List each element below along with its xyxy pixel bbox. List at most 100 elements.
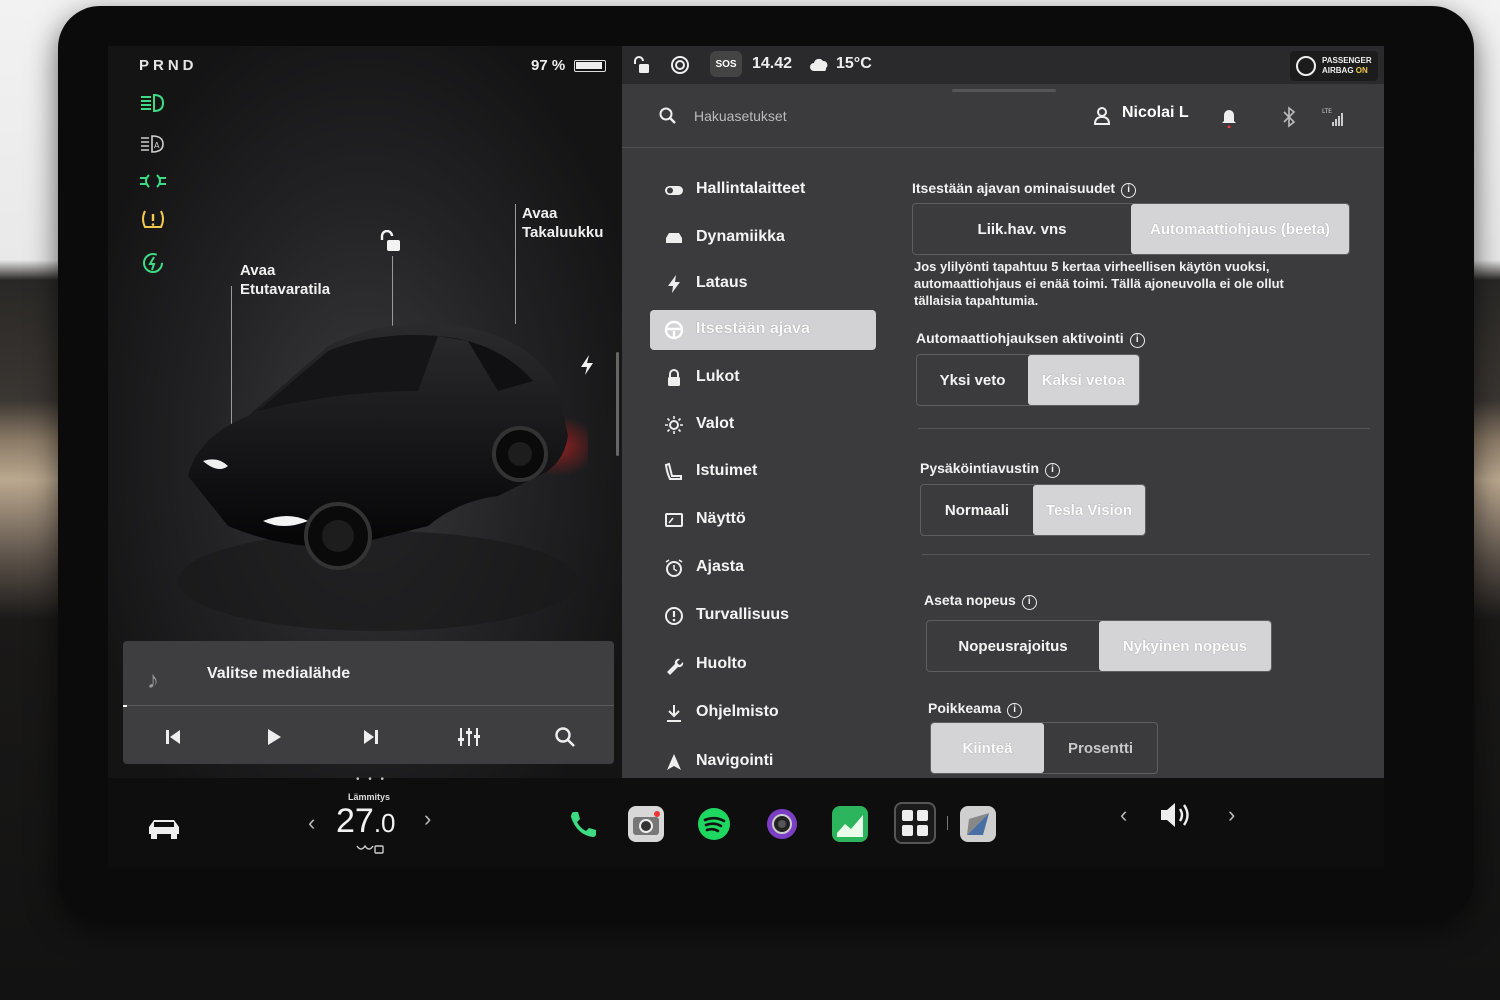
nav-item-dynamiikka[interactable]: Dynamiikka [650, 218, 876, 258]
dashcam-app-icon[interactable] [764, 806, 800, 842]
offset-segmented-control[interactable]: Kiinteä Prosentti [930, 722, 1158, 774]
option-speed-limit[interactable]: Nopeusrajoitus [927, 621, 1099, 671]
lock-icon [668, 369, 680, 386]
info-icon[interactable]: i [1007, 703, 1023, 718]
bluetooth-icon[interactable] [1278, 106, 1300, 128]
nav-item-lataus[interactable]: Lataus [650, 264, 876, 304]
option-single-pull[interactable]: Yksi veto [917, 355, 1028, 405]
auto-headlight-icon: A [138, 132, 168, 156]
next-track-icon[interactable] [357, 723, 385, 751]
info-icon[interactable]: i [1045, 463, 1061, 478]
parking-segmented-control[interactable]: Normaali Tesla Vision [920, 484, 1146, 536]
svg-text:LTE: LTE [1322, 108, 1332, 115]
info-icon[interactable]: i [1121, 183, 1137, 198]
info-icon[interactable]: i [1129, 333, 1145, 348]
energy-app-icon[interactable] [832, 806, 868, 842]
nav-item-huolto[interactable]: Huolto [650, 645, 876, 685]
sos-button[interactable]: SOS [710, 51, 742, 77]
search-icon[interactable] [658, 106, 678, 126]
nav-item-lukot[interactable]: Lukot [650, 358, 876, 398]
option-normal[interactable]: Normaali [921, 485, 1033, 535]
media-source-label[interactable]: Valitse medialähde [207, 665, 350, 683]
pagination-dots: • • • [356, 774, 388, 785]
option-fixed[interactable]: Kiinteä [931, 723, 1044, 773]
temp-down-chevron-icon[interactable]: ‹ [308, 810, 315, 836]
cabin-temperature[interactable]: 27.0 [336, 802, 396, 841]
car-icon[interactable] [146, 814, 182, 842]
driver-profile-name[interactable]: Nicolai L [1122, 104, 1189, 122]
navigation-icon [667, 754, 681, 770]
previous-track-icon[interactable] [159, 723, 187, 751]
nav-item-istuimet[interactable]: Istuimet [650, 452, 876, 492]
nav-item-itsestaan-ajava[interactable]: Itsestään ajava [650, 310, 876, 350]
nav-item-ohjelmisto[interactable]: Ohjelmisto [650, 693, 876, 733]
settings-header: Hakuasetukset Nicolai L LTE [622, 94, 1384, 148]
option-current-speed[interactable]: Nykyinen nopeus [1099, 621, 1271, 671]
activation-section-title: Automaattiohjauksen aktivointi i [916, 330, 1145, 348]
offset-section-title: Poikkeama i [928, 700, 1023, 718]
car-pane-scrollbar[interactable] [616, 352, 619, 456]
nav-item-navigointi[interactable]: Navigointi [650, 742, 876, 782]
nav-item-valot[interactable]: Valot [650, 405, 876, 445]
camera-app-icon[interactable] [628, 806, 664, 842]
temp-up-chevron-icon[interactable]: › [424, 806, 431, 832]
cloud-icon [810, 58, 828, 71]
unlock-icon[interactable] [378, 229, 404, 254]
user-profile-icon[interactable] [1092, 105, 1114, 127]
strike-description: Jos ylilyönti tapahtuu 5 kertaa virheell… [914, 259, 1284, 308]
media-search-icon[interactable] [551, 723, 579, 751]
equalizer-icon[interactable] [455, 723, 483, 751]
steering-wheel-icon [664, 320, 684, 340]
option-tacc[interactable]: Liik.hav. vns [913, 204, 1131, 254]
info-icon[interactable]: i [1021, 595, 1037, 610]
features-segmented-control[interactable]: Liik.hav. vns Automaattiohjaus (beeta) [912, 203, 1350, 255]
spotify-app-icon[interactable] [696, 806, 732, 842]
bolt-icon [668, 275, 680, 293]
recent-app-navigation-icon[interactable] [960, 806, 996, 842]
search-settings-input[interactable]: Hakuasetukset [694, 108, 787, 124]
nav-item-ajasta[interactable]: Ajasta [650, 548, 876, 588]
section-divider [918, 428, 1370, 429]
frunk-callout[interactable]: Avaa Etutavaratila [240, 261, 330, 299]
option-tesla-vision[interactable]: Tesla Vision [1033, 485, 1145, 535]
phone-app-icon[interactable] [564, 806, 600, 842]
notification-bell-icon[interactable] [1218, 106, 1240, 128]
activation-segmented-control[interactable]: Yksi veto Kaksi vetoa [916, 354, 1140, 406]
status-bar: SOS 14.42 15°C PASSENGER AIRBAG ON [622, 46, 1384, 84]
speed-segmented-control[interactable]: Nopeusrajoitus Nykyinen nopeus [926, 620, 1272, 672]
nav-item-naytto[interactable]: Näyttö [650, 500, 876, 540]
svg-text:A: A [154, 141, 160, 150]
seat-heater-icon[interactable] [355, 844, 385, 856]
alert-circle-icon [665, 607, 683, 625]
car-front-icon [666, 233, 682, 243]
touchscreen: PRND 97 % A Avaa Etutavaratila Avaa Taka… [108, 46, 1384, 868]
bottom-dock: • • • ‹ Lämmitys 27.0 › ‹ › [108, 774, 1384, 868]
parking-lights-icon [138, 169, 168, 193]
volume-speaker-icon[interactable] [1158, 800, 1194, 830]
car-visualization-pane[interactable]: PRND 97 % A Avaa Etutavaratila Avaa Taka… [108, 46, 622, 778]
seat-icon [664, 462, 682, 480]
gear-indicator: PRND [139, 57, 198, 74]
speed-section-title: Aseta nopeus i [924, 592, 1037, 610]
media-player[interactable]: ♪ Valitse medialähde [123, 641, 614, 764]
nav-item-turvallisuus[interactable]: Turvallisuus [650, 596, 876, 636]
option-percentage[interactable]: Prosentti [1044, 723, 1157, 773]
display-icon [665, 513, 683, 527]
volume-up-chevron-icon[interactable]: › [1228, 802, 1235, 828]
option-autosteer-beta[interactable]: Automaattiohjaus (beeta) [1131, 204, 1349, 254]
car-model-image [178, 323, 588, 631]
media-divider [123, 705, 614, 706]
unlocked-status-icon[interactable] [632, 55, 652, 75]
sun-icon [665, 416, 683, 434]
trunk-callout[interactable]: Avaa Takaluukku [522, 204, 603, 242]
pane-drag-handle[interactable] [952, 89, 1056, 92]
dock-separator [947, 816, 948, 830]
sentry-mode-icon[interactable] [670, 55, 690, 75]
lte-signal-icon: LTE [1322, 108, 1343, 126]
app-launcher-icon[interactable] [894, 802, 936, 844]
option-double-pull[interactable]: Kaksi vetoa [1028, 355, 1139, 405]
volume-down-chevron-icon[interactable]: ‹ [1120, 802, 1127, 828]
nav-item-hallintalaitteet[interactable]: Hallintalaitteet [650, 170, 876, 210]
play-icon[interactable] [259, 723, 287, 751]
passenger-airbag-indicator: PASSENGER AIRBAG ON [1290, 51, 1378, 81]
